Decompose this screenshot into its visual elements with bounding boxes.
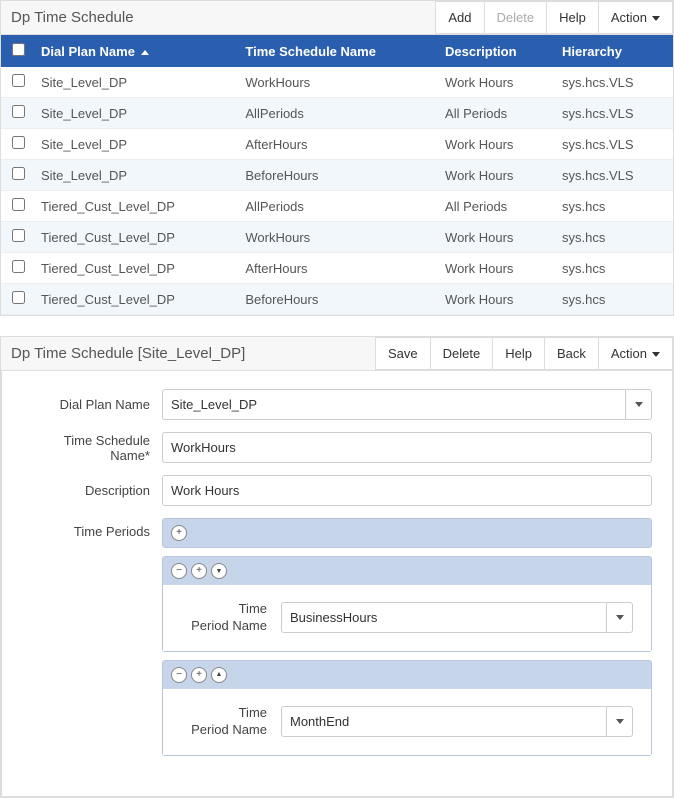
cell-dial-plan: Site_Level_DP [35,67,239,98]
period-name-select[interactable] [281,602,633,633]
row-checkbox[interactable] [12,74,25,87]
schedule-name-input[interactable] [162,432,652,463]
cell-schedule: BeforeHours [239,284,439,315]
table-row[interactable]: Tiered_Cust_Level_DPAfterHoursWork Hours… [1,253,673,284]
cell-hierarchy: sys.hcs [556,222,673,253]
detail-title: Dp Time Schedule [Site_Level_DP] [1,337,255,370]
col-schedule[interactable]: Time Schedule Name [239,35,439,67]
table-row[interactable]: Tiered_Cust_Level_DPBeforeHoursWork Hour… [1,284,673,315]
cell-description: All Periods [439,98,556,129]
schedule-table: Dial Plan Name Time Schedule Name Descri… [1,35,673,315]
label-time-periods: Time Periods [22,518,162,539]
cell-dial-plan: Tiered_Cust_Level_DP [35,253,239,284]
cell-schedule: AfterHours [239,129,439,160]
row-checkbox[interactable] [12,105,25,118]
label-description: Description [22,483,162,498]
move-up-button[interactable]: ▲ [211,667,227,683]
row-checkbox[interactable] [12,229,25,242]
detail-help-button[interactable]: Help [492,337,544,370]
label-period-name: TimePeriod Name [181,601,281,635]
cell-hierarchy: sys.hcs.VLS [556,67,673,98]
cell-hierarchy: sys.hcs [556,253,673,284]
row-checkbox[interactable] [12,291,25,304]
detail-action-button[interactable]: Action [598,337,673,370]
help-button[interactable]: Help [546,1,598,34]
cell-description: Work Hours [439,160,556,191]
table-row[interactable]: Tiered_Cust_Level_DPWorkHoursWork Hourss… [1,222,673,253]
cell-schedule: AllPeriods [239,191,439,222]
action-button[interactable]: Action [598,1,673,34]
period-name-select[interactable] [281,706,633,737]
cell-hierarchy: sys.hcs.VLS [556,160,673,191]
back-button[interactable]: Back [544,337,598,370]
cell-dial-plan: Tiered_Cust_Level_DP [35,222,239,253]
label-dial-plan: Dial Plan Name [22,397,162,412]
cell-schedule: BeforeHours [239,160,439,191]
cell-description: All Periods [439,191,556,222]
cell-schedule: WorkHours [239,67,439,98]
time-period-panel: −+▼ TimePeriod Name [162,556,652,652]
cell-schedule: WorkHours [239,222,439,253]
save-button[interactable]: Save [375,337,430,370]
cell-dial-plan: Site_Level_DP [35,98,239,129]
cell-hierarchy: sys.hcs [556,284,673,315]
table-row[interactable]: Site_Level_DPBeforeHoursWork Hourssys.hc… [1,160,673,191]
cell-dial-plan: Site_Level_DP [35,160,239,191]
time-period-panel: −+▲ TimePeriod Name [162,660,652,756]
cell-hierarchy: sys.hcs [556,191,673,222]
row-checkbox[interactable] [12,167,25,180]
label-period-name: TimePeriod Name [181,705,281,739]
table-row[interactable]: Site_Level_DPWorkHoursWork Hourssys.hcs.… [1,67,673,98]
dial-plan-select[interactable] [162,389,652,420]
detail-delete-button[interactable]: Delete [430,337,493,370]
cell-hierarchy: sys.hcs.VLS [556,129,673,160]
cell-dial-plan: Tiered_Cust_Level_DP [35,191,239,222]
label-schedule-name: Time Schedule Name* [22,433,162,463]
row-checkbox[interactable] [12,198,25,211]
row-checkbox[interactable] [12,136,25,149]
cell-dial-plan: Site_Level_DP [35,129,239,160]
chevron-down-icon[interactable] [625,390,651,419]
description-input[interactable] [162,475,652,506]
cell-hierarchy: sys.hcs.VLS [556,98,673,129]
cell-schedule: AllPeriods [239,98,439,129]
add-period-button[interactable]: + [171,525,187,541]
col-hierarchy[interactable]: Hierarchy [556,35,673,67]
cell-description: Work Hours [439,129,556,160]
add-period-button[interactable]: + [191,667,207,683]
remove-period-button[interactable]: − [171,563,187,579]
chevron-down-icon[interactable] [606,707,632,736]
cell-schedule: AfterHours [239,253,439,284]
cell-dial-plan: Tiered_Cust_Level_DP [35,284,239,315]
select-all-checkbox[interactable] [12,43,25,56]
table-row[interactable]: Site_Level_DPAllPeriodsAll Periodssys.hc… [1,98,673,129]
delete-button[interactable]: Delete [484,1,547,34]
row-checkbox[interactable] [12,260,25,273]
add-button[interactable]: Add [435,1,483,34]
chevron-down-icon[interactable] [606,603,632,632]
add-period-button[interactable]: + [191,563,207,579]
cell-description: Work Hours [439,67,556,98]
list-title: Dp Time Schedule [1,1,144,34]
cell-description: Work Hours [439,222,556,253]
table-row[interactable]: Site_Level_DPAfterHoursWork Hourssys.hcs… [1,129,673,160]
col-description[interactable]: Description [439,35,556,67]
move-down-button[interactable]: ▼ [211,563,227,579]
col-dial-plan[interactable]: Dial Plan Name [35,35,239,67]
table-row[interactable]: Tiered_Cust_Level_DPAllPeriodsAll Period… [1,191,673,222]
cell-description: Work Hours [439,253,556,284]
cell-description: Work Hours [439,284,556,315]
remove-period-button[interactable]: − [171,667,187,683]
